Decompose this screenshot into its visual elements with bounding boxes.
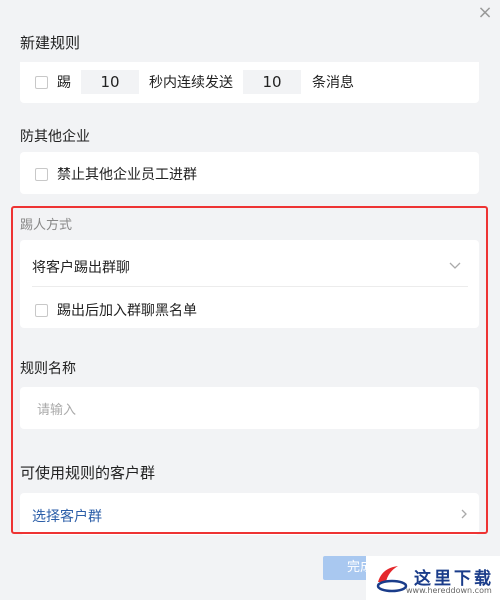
- highlight-annotation-box: [11, 206, 488, 534]
- close-button[interactable]: ×: [476, 4, 494, 22]
- block-other-company-checkbox[interactable]: [35, 167, 48, 181]
- dialog-title: 新建规则: [20, 34, 81, 52]
- message-count-input[interactable]: 10: [243, 70, 301, 94]
- other-company-label: 防其他企业: [20, 129, 90, 145]
- kick-spam-checkbox[interactable]: [35, 75, 48, 89]
- seconds-text: 秒内连续发送: [149, 75, 233, 91]
- seconds-input[interactable]: 10: [81, 70, 139, 94]
- spam-rule-card: 踢 10 秒内连续发送 10 条消息: [20, 62, 479, 103]
- watermark: 这里下载 www.hereddown.com: [366, 556, 500, 600]
- block-other-company-label: 禁止其他企业员工进群: [57, 167, 197, 183]
- watermark-logo-icon: [376, 566, 408, 593]
- other-company-card: 禁止其他企业员工进群: [20, 152, 479, 194]
- message-text: 条消息: [312, 75, 354, 91]
- kick-label: 踢: [57, 75, 71, 91]
- watermark-url: www.hereddown.com: [406, 586, 492, 595]
